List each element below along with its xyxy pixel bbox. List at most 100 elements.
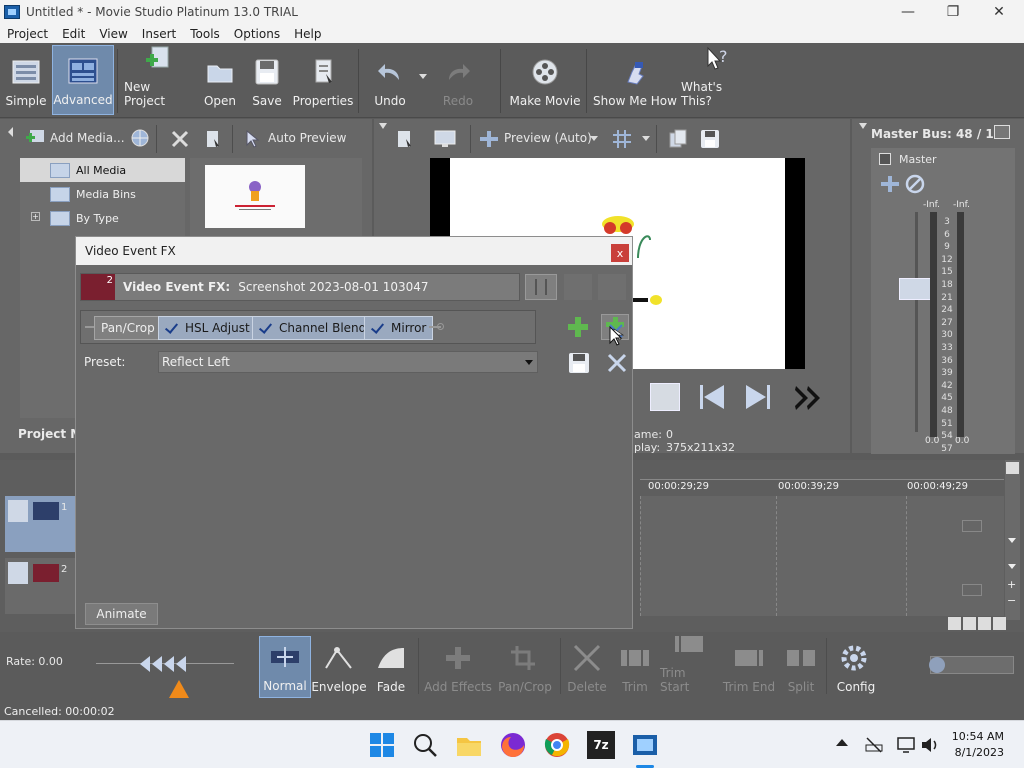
fade-tool[interactable]: Fade	[368, 636, 414, 698]
globe-icon[interactable]	[131, 129, 149, 147]
network-offline-icon[interactable]	[864, 735, 884, 755]
playhead-marker-icon[interactable]	[169, 680, 189, 698]
zoom-in-icon[interactable]: +	[1007, 578, 1016, 591]
dialog-close-button[interactable]: x	[611, 244, 629, 262]
zoom-tool-icon[interactable]	[993, 617, 1006, 630]
new-project-button[interactable]: New Project	[124, 45, 194, 115]
track-header-1[interactable]: 1	[5, 496, 75, 552]
properties-button[interactable]: Properties	[292, 45, 354, 115]
stop-button[interactable]	[650, 383, 680, 411]
expand-icon[interactable]: +	[31, 212, 40, 221]
preview-properties-icon[interactable]	[396, 129, 414, 149]
grid-dropdown-icon[interactable]	[642, 136, 650, 141]
tree-item-all-media[interactable]: All Media	[20, 158, 185, 182]
trim-start-tool[interactable]: Trim Start	[660, 636, 718, 698]
menu-tools[interactable]: Tools	[183, 27, 227, 41]
display-icon[interactable]	[896, 735, 916, 755]
envelope-tool[interactable]: Envelope	[311, 636, 367, 698]
tree-item-media-bins[interactable]: Media Bins	[20, 182, 185, 206]
scroll-down-icon[interactable]	[1008, 564, 1016, 569]
undo-dropdown-icon[interactable]	[419, 74, 427, 79]
volume-fader[interactable]	[899, 278, 933, 300]
trim-end-tool[interactable]: Trim End	[722, 636, 776, 698]
volume-icon[interactable]	[920, 735, 940, 755]
animate-button[interactable]: Animate	[85, 603, 158, 625]
advanced-button[interactable]: Advanced	[52, 45, 114, 115]
fast-forward-button[interactable]	[794, 384, 824, 412]
open-button[interactable]: Open	[200, 45, 240, 115]
collapse-preview-icon[interactable]	[379, 123, 387, 129]
close-button[interactable]: ✕	[976, 0, 1022, 24]
fx-mirror-button[interactable]: Mirror	[364, 316, 434, 340]
pan-crop-tool[interactable]: Pan/Crop	[496, 636, 554, 698]
movie-studio-taskbar-icon[interactable]	[631, 731, 659, 759]
whats-this-button[interactable]: ? What's This?	[681, 45, 753, 115]
start-menu-icon[interactable]	[368, 731, 396, 759]
fx-chain-toggle-button[interactable]	[525, 274, 557, 300]
master-fx-icon[interactable]	[879, 153, 891, 165]
delete-preset-button[interactable]	[605, 351, 629, 375]
save-button[interactable]: Save	[248, 45, 286, 115]
preview-dropdown-icon[interactable]	[590, 136, 598, 141]
master-insert-fx-icon[interactable]	[879, 174, 901, 194]
scroll-right-icon[interactable]	[948, 617, 961, 630]
menu-edit[interactable]: Edit	[55, 27, 92, 41]
show-me-how-button[interactable]: Show Me How	[593, 45, 677, 115]
menu-view[interactable]: View	[92, 27, 134, 41]
copy-snapshot-icon[interactable]	[668, 129, 688, 149]
menu-insert[interactable]: Insert	[135, 27, 183, 41]
7zip-icon[interactable]: 7z	[587, 731, 615, 759]
simple-button[interactable]: Simple	[2, 45, 50, 115]
track-expand-icon[interactable]	[8, 500, 28, 522]
fx-disabled-button[interactable]	[564, 274, 592, 300]
undo-button[interactable]: Undo	[368, 45, 412, 115]
tree-item-by-type[interactable]: + By Type	[20, 206, 185, 230]
zoom-slider-thumb[interactable]	[929, 657, 945, 673]
track-header-2[interactable]: 2	[5, 558, 75, 614]
save-snapshot-icon[interactable]	[700, 129, 720, 149]
checkmark-icon[interactable]	[259, 321, 273, 335]
fx-pan-crop-button[interactable]: Pan/Crop	[94, 316, 162, 340]
timeline-vscroll[interactable]: + −	[1005, 460, 1020, 620]
minimize-button[interactable]: —	[885, 0, 931, 24]
mute-icon[interactable]	[905, 174, 925, 194]
zoom-in-h-icon[interactable]	[963, 617, 976, 630]
media-properties-icon[interactable]	[205, 129, 221, 149]
zoom-out-icon[interactable]: −	[1007, 594, 1016, 607]
menu-project[interactable]: Project	[0, 27, 55, 41]
system-clock[interactable]: 10:54 AM 8/1/2023	[952, 729, 1004, 761]
scroll-up-icon[interactable]	[1008, 538, 1016, 543]
auto-preview-button[interactable]: Auto Preview	[268, 131, 346, 145]
delete-tool[interactable]: Delete	[566, 636, 608, 698]
search-icon[interactable]	[411, 731, 439, 759]
file-explorer-icon[interactable]	[455, 731, 483, 759]
delete-media-icon[interactable]	[170, 129, 190, 149]
split-screen-icon[interactable]	[478, 129, 500, 149]
menu-help[interactable]: Help	[287, 27, 328, 41]
make-movie-button[interactable]: Make Movie	[508, 45, 582, 115]
split-tool[interactable]: Split	[780, 636, 822, 698]
save-preset-button[interactable]	[567, 351, 591, 375]
redo-button[interactable]: Redo	[434, 45, 482, 115]
zoom-out-h-icon[interactable]	[978, 617, 991, 630]
add-fx-button[interactable]	[566, 315, 590, 339]
media-thumbnail[interactable]	[205, 165, 305, 228]
firefox-icon[interactable]	[499, 731, 527, 759]
config-tool[interactable]: Config	[832, 636, 880, 698]
chevron-down-icon[interactable]	[525, 360, 533, 365]
fx-hsl-adjust-button[interactable]: HSL Adjust	[158, 316, 257, 340]
preset-dropdown[interactable]: Reflect Left	[158, 351, 538, 373]
master-properties-icon[interactable]	[994, 125, 1010, 139]
fx-channel-blend-button[interactable]: Channel Blend	[252, 316, 374, 340]
trim-tool[interactable]: Trim	[614, 636, 656, 698]
go-to-start-button[interactable]	[696, 382, 726, 412]
collapse-master-icon[interactable]	[859, 123, 867, 129]
collapse-left-icon[interactable]	[8, 127, 13, 137]
maximize-button[interactable]: ❐	[930, 0, 976, 24]
add-effects-tool[interactable]: Add Effects	[424, 636, 492, 698]
fx-disabled-button-2[interactable]	[598, 274, 626, 300]
track-expand-icon[interactable]	[8, 562, 28, 584]
external-monitor-icon[interactable]	[434, 129, 456, 149]
go-to-end-button[interactable]	[744, 382, 774, 412]
grid-overlay-icon[interactable]	[612, 129, 632, 149]
